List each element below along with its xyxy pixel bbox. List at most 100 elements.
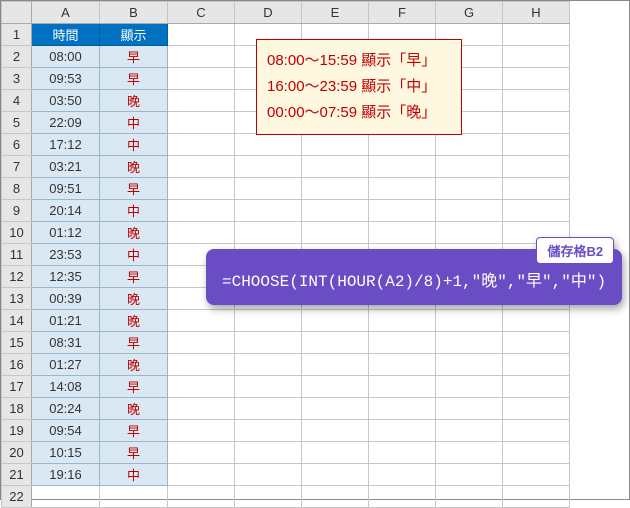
cell-e8[interactable] — [302, 178, 369, 200]
row-header-12[interactable]: 12 — [2, 266, 32, 288]
cell-b6[interactable]: 中 — [100, 134, 168, 156]
cell-h3[interactable] — [503, 68, 570, 90]
cell-h6[interactable] — [503, 134, 570, 156]
cell-h1[interactable] — [503, 24, 570, 46]
cell-g14[interactable] — [436, 310, 503, 332]
row-header-5[interactable]: 5 — [2, 112, 32, 134]
cell-g6[interactable] — [436, 134, 503, 156]
cell-a2[interactable]: 08:00 — [32, 46, 100, 68]
cell-d6[interactable] — [235, 134, 302, 156]
cell-a12[interactable]: 12:35 — [32, 266, 100, 288]
cell-a17[interactable]: 14:08 — [32, 376, 100, 398]
cell-c3[interactable] — [168, 68, 235, 90]
cell-a14[interactable]: 01:21 — [32, 310, 100, 332]
cell-d18[interactable] — [235, 398, 302, 420]
select-all-corner[interactable] — [2, 2, 32, 24]
cell-f19[interactable] — [369, 420, 436, 442]
col-header-f[interactable]: F — [369, 2, 436, 24]
cell-e20[interactable] — [302, 442, 369, 464]
cell-c5[interactable] — [168, 112, 235, 134]
cell-c15[interactable] — [168, 332, 235, 354]
cell-a3[interactable]: 09:53 — [32, 68, 100, 90]
cell-c4[interactable] — [168, 90, 235, 112]
cell-a21[interactable]: 19:16 — [32, 464, 100, 486]
cell-b1[interactable]: 顯示 — [100, 24, 168, 46]
cell-d21[interactable] — [235, 464, 302, 486]
row-header-18[interactable]: 18 — [2, 398, 32, 420]
cell-a1[interactable]: 時間 — [32, 24, 100, 46]
cell-c22[interactable] — [168, 486, 235, 508]
cell-a8[interactable]: 09:51 — [32, 178, 100, 200]
cell-a13[interactable]: 00:39 — [32, 288, 100, 310]
cell-d22[interactable] — [235, 486, 302, 508]
cell-b13[interactable]: 晚 — [100, 288, 168, 310]
cell-h22[interactable] — [503, 486, 570, 508]
cell-g8[interactable] — [436, 178, 503, 200]
cell-b10[interactable]: 晚 — [100, 222, 168, 244]
row-header-3[interactable]: 3 — [2, 68, 32, 90]
cell-a5[interactable]: 22:09 — [32, 112, 100, 134]
cell-c19[interactable] — [168, 420, 235, 442]
cell-e18[interactable] — [302, 398, 369, 420]
cell-h20[interactable] — [503, 442, 570, 464]
cell-e15[interactable] — [302, 332, 369, 354]
col-header-g[interactable]: G — [436, 2, 503, 24]
cell-c1[interactable] — [168, 24, 235, 46]
cell-e6[interactable] — [302, 134, 369, 156]
cell-d10[interactable] — [235, 222, 302, 244]
cell-e10[interactable] — [302, 222, 369, 244]
cell-c9[interactable] — [168, 200, 235, 222]
cell-a20[interactable]: 10:15 — [32, 442, 100, 464]
cell-h21[interactable] — [503, 464, 570, 486]
cell-e14[interactable] — [302, 310, 369, 332]
cell-b11[interactable]: 中 — [100, 244, 168, 266]
cell-c18[interactable] — [168, 398, 235, 420]
row-header-8[interactable]: 8 — [2, 178, 32, 200]
cell-h4[interactable] — [503, 90, 570, 112]
cell-b16[interactable]: 晚 — [100, 354, 168, 376]
row-header-9[interactable]: 9 — [2, 200, 32, 222]
cell-h2[interactable] — [503, 46, 570, 68]
cell-h7[interactable] — [503, 156, 570, 178]
cell-b4[interactable]: 晚 — [100, 90, 168, 112]
cell-a18[interactable]: 02:24 — [32, 398, 100, 420]
row-header-13[interactable]: 13 — [2, 288, 32, 310]
cell-c8[interactable] — [168, 178, 235, 200]
cell-f9[interactable] — [369, 200, 436, 222]
cell-g10[interactable] — [436, 222, 503, 244]
row-header-6[interactable]: 6 — [2, 134, 32, 156]
col-header-e[interactable]: E — [302, 2, 369, 24]
cell-b19[interactable]: 早 — [100, 420, 168, 442]
cell-g16[interactable] — [436, 354, 503, 376]
cell-a11[interactable]: 23:53 — [32, 244, 100, 266]
cell-g21[interactable] — [436, 464, 503, 486]
cell-g9[interactable] — [436, 200, 503, 222]
cell-f7[interactable] — [369, 156, 436, 178]
cell-f6[interactable] — [369, 134, 436, 156]
cell-d15[interactable] — [235, 332, 302, 354]
cell-c20[interactable] — [168, 442, 235, 464]
row-header-2[interactable]: 2 — [2, 46, 32, 68]
cell-g18[interactable] — [436, 398, 503, 420]
cell-b15[interactable]: 早 — [100, 332, 168, 354]
cell-e17[interactable] — [302, 376, 369, 398]
cell-d20[interactable] — [235, 442, 302, 464]
col-header-c[interactable]: C — [168, 2, 235, 24]
cell-b20[interactable]: 早 — [100, 442, 168, 464]
col-header-d[interactable]: D — [235, 2, 302, 24]
cell-h15[interactable] — [503, 332, 570, 354]
cell-b21[interactable]: 中 — [100, 464, 168, 486]
cell-a4[interactable]: 03:50 — [32, 90, 100, 112]
row-header-16[interactable]: 16 — [2, 354, 32, 376]
row-header-1[interactable]: 1 — [2, 24, 32, 46]
cell-b18[interactable]: 晚 — [100, 398, 168, 420]
cell-a22[interactable] — [32, 486, 100, 508]
cell-a10[interactable]: 01:12 — [32, 222, 100, 244]
cell-f20[interactable] — [369, 442, 436, 464]
row-header-10[interactable]: 10 — [2, 222, 32, 244]
cell-a19[interactable]: 09:54 — [32, 420, 100, 442]
cell-g20[interactable] — [436, 442, 503, 464]
cell-b14[interactable]: 晚 — [100, 310, 168, 332]
cell-f8[interactable] — [369, 178, 436, 200]
cell-a7[interactable]: 03:21 — [32, 156, 100, 178]
